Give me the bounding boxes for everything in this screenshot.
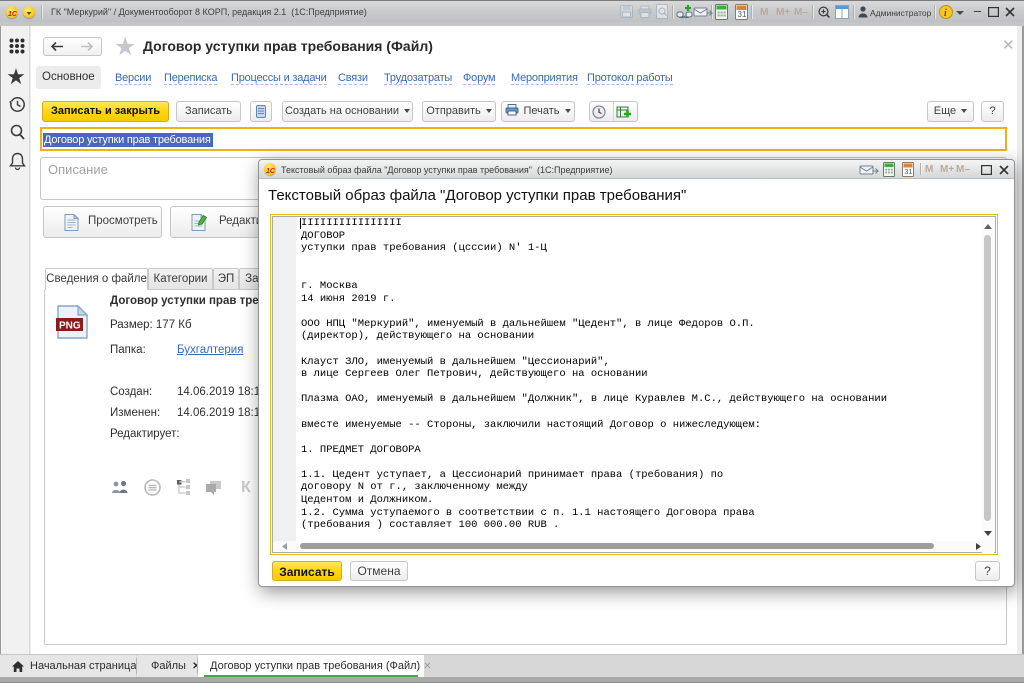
svg-text:PNG: PNG (59, 321, 81, 332)
svg-text:31: 31 (904, 167, 912, 176)
svg-text:1С: 1С (266, 168, 276, 175)
svg-text:31: 31 (738, 10, 747, 19)
svg-text:i: i (944, 8, 947, 19)
svg-text:1С: 1С (8, 11, 18, 18)
